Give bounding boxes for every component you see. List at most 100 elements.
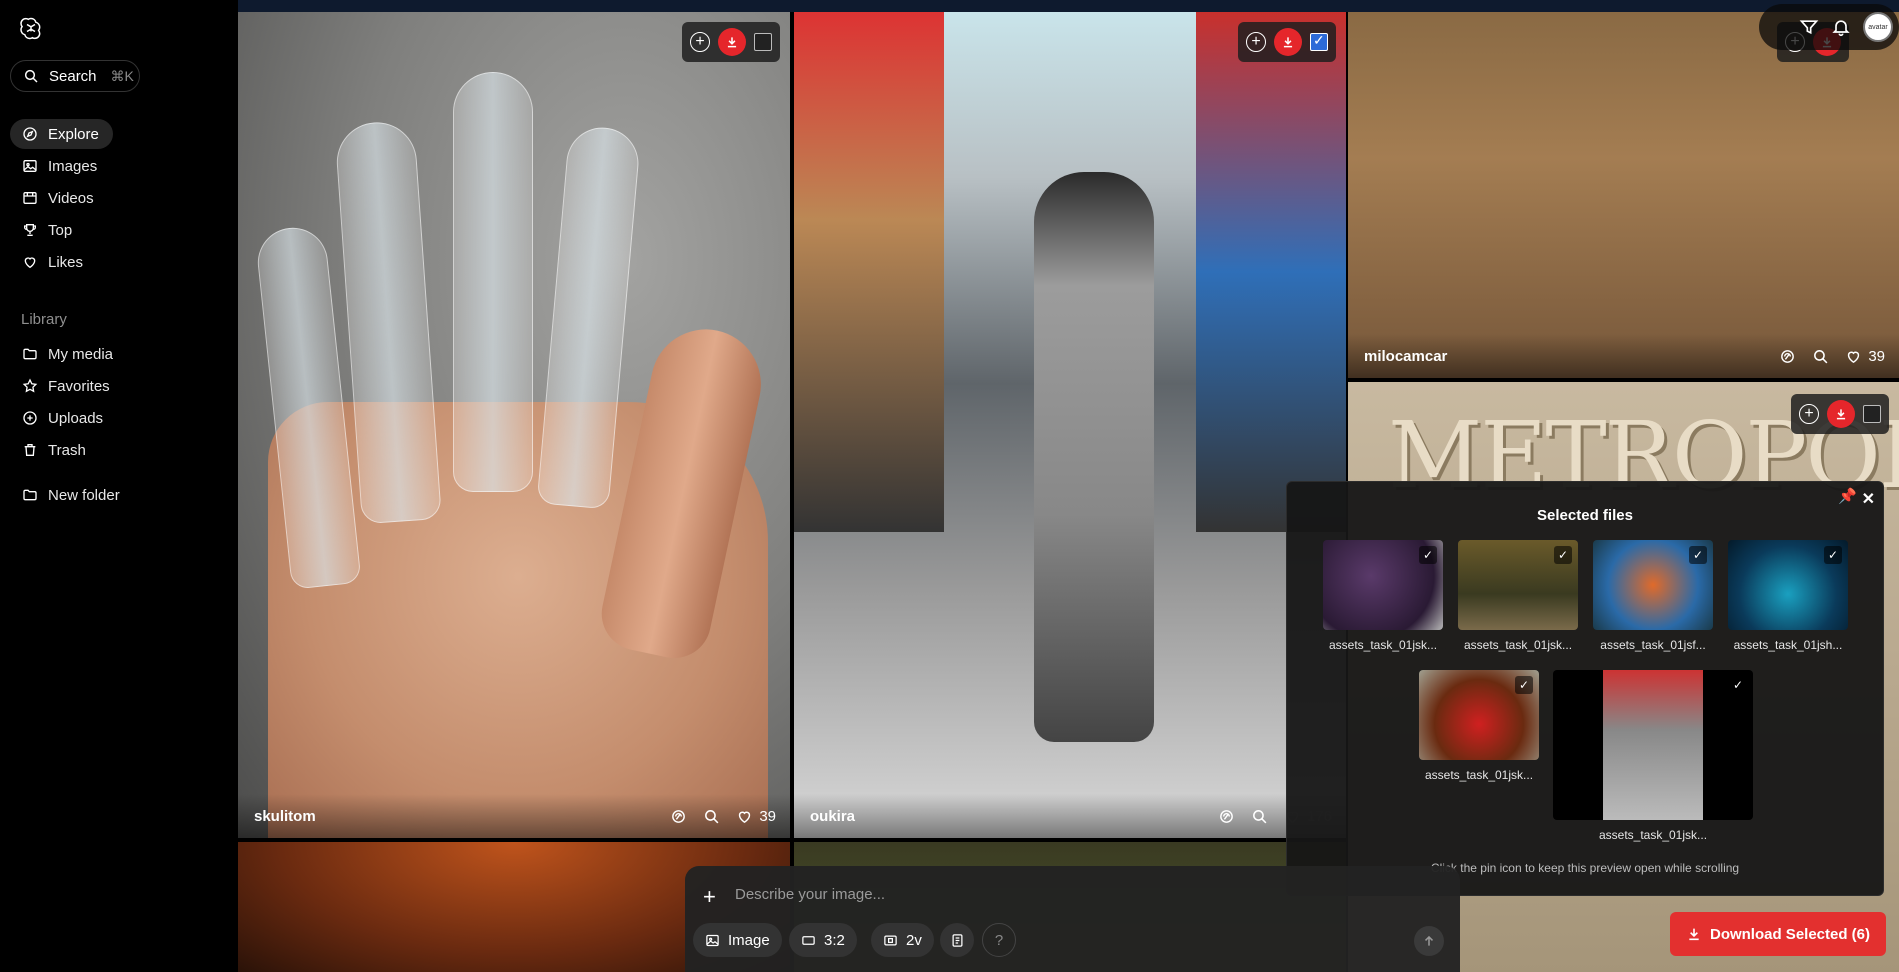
prompt-bar: + Image 3:2 2v ? — [685, 866, 1460, 972]
trophy-icon — [24, 224, 36, 236]
download-icon[interactable] — [718, 28, 746, 56]
help-button[interactable]: ? — [982, 923, 1016, 957]
tile-author[interactable]: milocamcar — [1364, 348, 1779, 365]
file-thumbnail-image — [1603, 670, 1703, 820]
new-folder-button[interactable]: New folder — [10, 480, 134, 510]
star-icon — [22, 378, 38, 393]
download-selected-button[interactable]: Download Selected (6) — [1670, 912, 1886, 956]
tile-image — [1034, 172, 1154, 742]
select-checkbox[interactable] — [754, 33, 772, 51]
selected-file[interactable]: ✓ assets_task_01jsk... — [1553, 670, 1753, 842]
check-icon[interactable]: ✓ — [1824, 546, 1842, 564]
remix-icon[interactable] — [1779, 348, 1796, 365]
gallery-tile[interactable]: + milocamcar 39 — [1348, 12, 1899, 378]
plus-icon[interactable]: + — [703, 884, 716, 910]
selected-file[interactable]: ✓ assets_task_01jsh... — [1728, 540, 1848, 652]
selected-file[interactable]: ✓ assets_task_01jsk... — [1458, 540, 1578, 652]
selected-files-panel: 📌 ✕ Selected files ✓ assets_task_01jsk..… — [1286, 481, 1884, 896]
tile-toolbar: + — [1238, 22, 1336, 62]
check-icon[interactable]: ✓ — [1689, 546, 1707, 564]
pin-icon[interactable]: 📌 — [1838, 487, 1857, 505]
send-button[interactable] — [1414, 926, 1444, 956]
download-icon[interactable] — [1274, 28, 1302, 56]
search-icon[interactable] — [1812, 348, 1829, 365]
prompt-input[interactable] — [735, 886, 1335, 903]
variations-selector[interactable]: 2v — [871, 923, 934, 957]
add-icon[interactable]: + — [1246, 32, 1266, 52]
gallery-tile[interactable]: + oukira 176 — [794, 12, 1346, 838]
compass-icon — [23, 127, 37, 141]
nav-item-explore[interactable]: Explore — [10, 119, 113, 149]
nav-label: Uploads — [48, 409, 104, 427]
top-right-controls: avatar — [1759, 4, 1899, 50]
select-checkbox[interactable] — [1310, 32, 1328, 51]
check-icon[interactable]: ✓ — [1729, 676, 1747, 694]
like-button[interactable]: 39 — [736, 808, 776, 825]
heart-icon — [1848, 351, 1860, 363]
selected-file[interactable]: ✓ assets_task_01jsk... — [1323, 540, 1443, 652]
add-icon[interactable]: + — [1799, 404, 1819, 424]
image-icon — [23, 160, 37, 172]
add-icon[interactable]: + — [690, 32, 710, 52]
remix-icon[interactable] — [670, 808, 687, 825]
nav-item-top[interactable]: Top — [10, 215, 86, 245]
search-label: Search — [49, 67, 97, 85]
file-name: assets_task_01jsk... — [1328, 638, 1438, 652]
nav-item-my-media[interactable]: My media — [10, 339, 127, 369]
tile-image — [453, 72, 533, 492]
nav-label: Images — [48, 157, 98, 175]
check-icon[interactable]: ✓ — [1554, 546, 1572, 564]
nav-label: Explore — [48, 125, 99, 143]
file-name: assets_task_01jsh... — [1733, 638, 1843, 652]
bell-icon[interactable] — [1831, 17, 1851, 37]
nav-item-favorites[interactable]: Favorites — [10, 371, 124, 401]
search-button[interactable]: Search ⌘K — [10, 60, 140, 92]
close-icon[interactable]: ✕ — [1862, 489, 1875, 509]
variations-label: 2v — [906, 931, 922, 949]
nav-label: My media — [48, 345, 114, 363]
folder-plus-icon — [23, 489, 37, 501]
gallery-tile[interactable]: + skulitom 39 — [238, 12, 790, 838]
download-icon[interactable] — [1827, 400, 1855, 428]
file-thumbnail: ✓ — [1323, 540, 1443, 630]
search-icon[interactable] — [703, 808, 720, 825]
selected-file[interactable]: ✓ assets_task_01jsk... — [1419, 670, 1539, 782]
presets-button[interactable] — [940, 923, 974, 957]
sidebar: Search ⌘K Explore Images Videos Top Like… — [0, 0, 238, 972]
nav-item-trash[interactable]: Trash — [10, 435, 100, 465]
tile-image — [1196, 12, 1346, 532]
variations-icon — [884, 935, 897, 945]
select-checkbox[interactable] — [1863, 405, 1881, 423]
nav-item-likes[interactable]: Likes — [10, 247, 97, 277]
check-icon[interactable]: ✓ — [1419, 546, 1437, 564]
file-name: assets_task_01jsk... — [1598, 828, 1708, 842]
tile-author[interactable]: skulitom — [254, 808, 670, 825]
nav-item-uploads[interactable]: Uploads — [10, 403, 117, 433]
mode-selector[interactable]: Image — [693, 923, 782, 957]
film-icon — [23, 192, 37, 204]
like-button[interactable]: 39 — [1845, 348, 1885, 365]
selected-file[interactable]: ✓ assets_task_01jsf... — [1593, 540, 1713, 652]
trash-icon — [24, 444, 36, 456]
search-icon[interactable] — [1251, 808, 1268, 825]
file-thumbnail: ✓ — [1553, 670, 1753, 820]
tile-image — [794, 12, 944, 532]
remix-icon[interactable] — [1218, 808, 1235, 825]
search-shortcut: ⌘K — [110, 67, 134, 84]
filter-icon[interactable] — [1799, 17, 1819, 37]
panel-title: Selected files — [1537, 507, 1633, 524]
aspect-ratio-selector[interactable]: 3:2 — [789, 923, 857, 957]
file-name: assets_task_01jsf... — [1600, 638, 1706, 652]
check-icon[interactable]: ✓ — [1515, 676, 1533, 694]
nav-label: New folder — [48, 486, 120, 504]
avatar-text: avatar — [1868, 23, 1888, 31]
file-name: assets_task_01jsk... — [1463, 638, 1573, 652]
like-count: 39 — [759, 807, 776, 825]
nav-item-videos[interactable]: Videos — [10, 183, 108, 213]
tile-author[interactable]: oukira — [810, 808, 1218, 825]
tile-footer: milocamcar 39 — [1348, 334, 1899, 378]
avatar[interactable]: avatar — [1863, 12, 1893, 42]
logo-icon[interactable] — [19, 16, 43, 40]
nav-item-images[interactable]: Images — [10, 151, 111, 181]
download-selected-label: Download Selected (6) — [1709, 925, 1871, 943]
